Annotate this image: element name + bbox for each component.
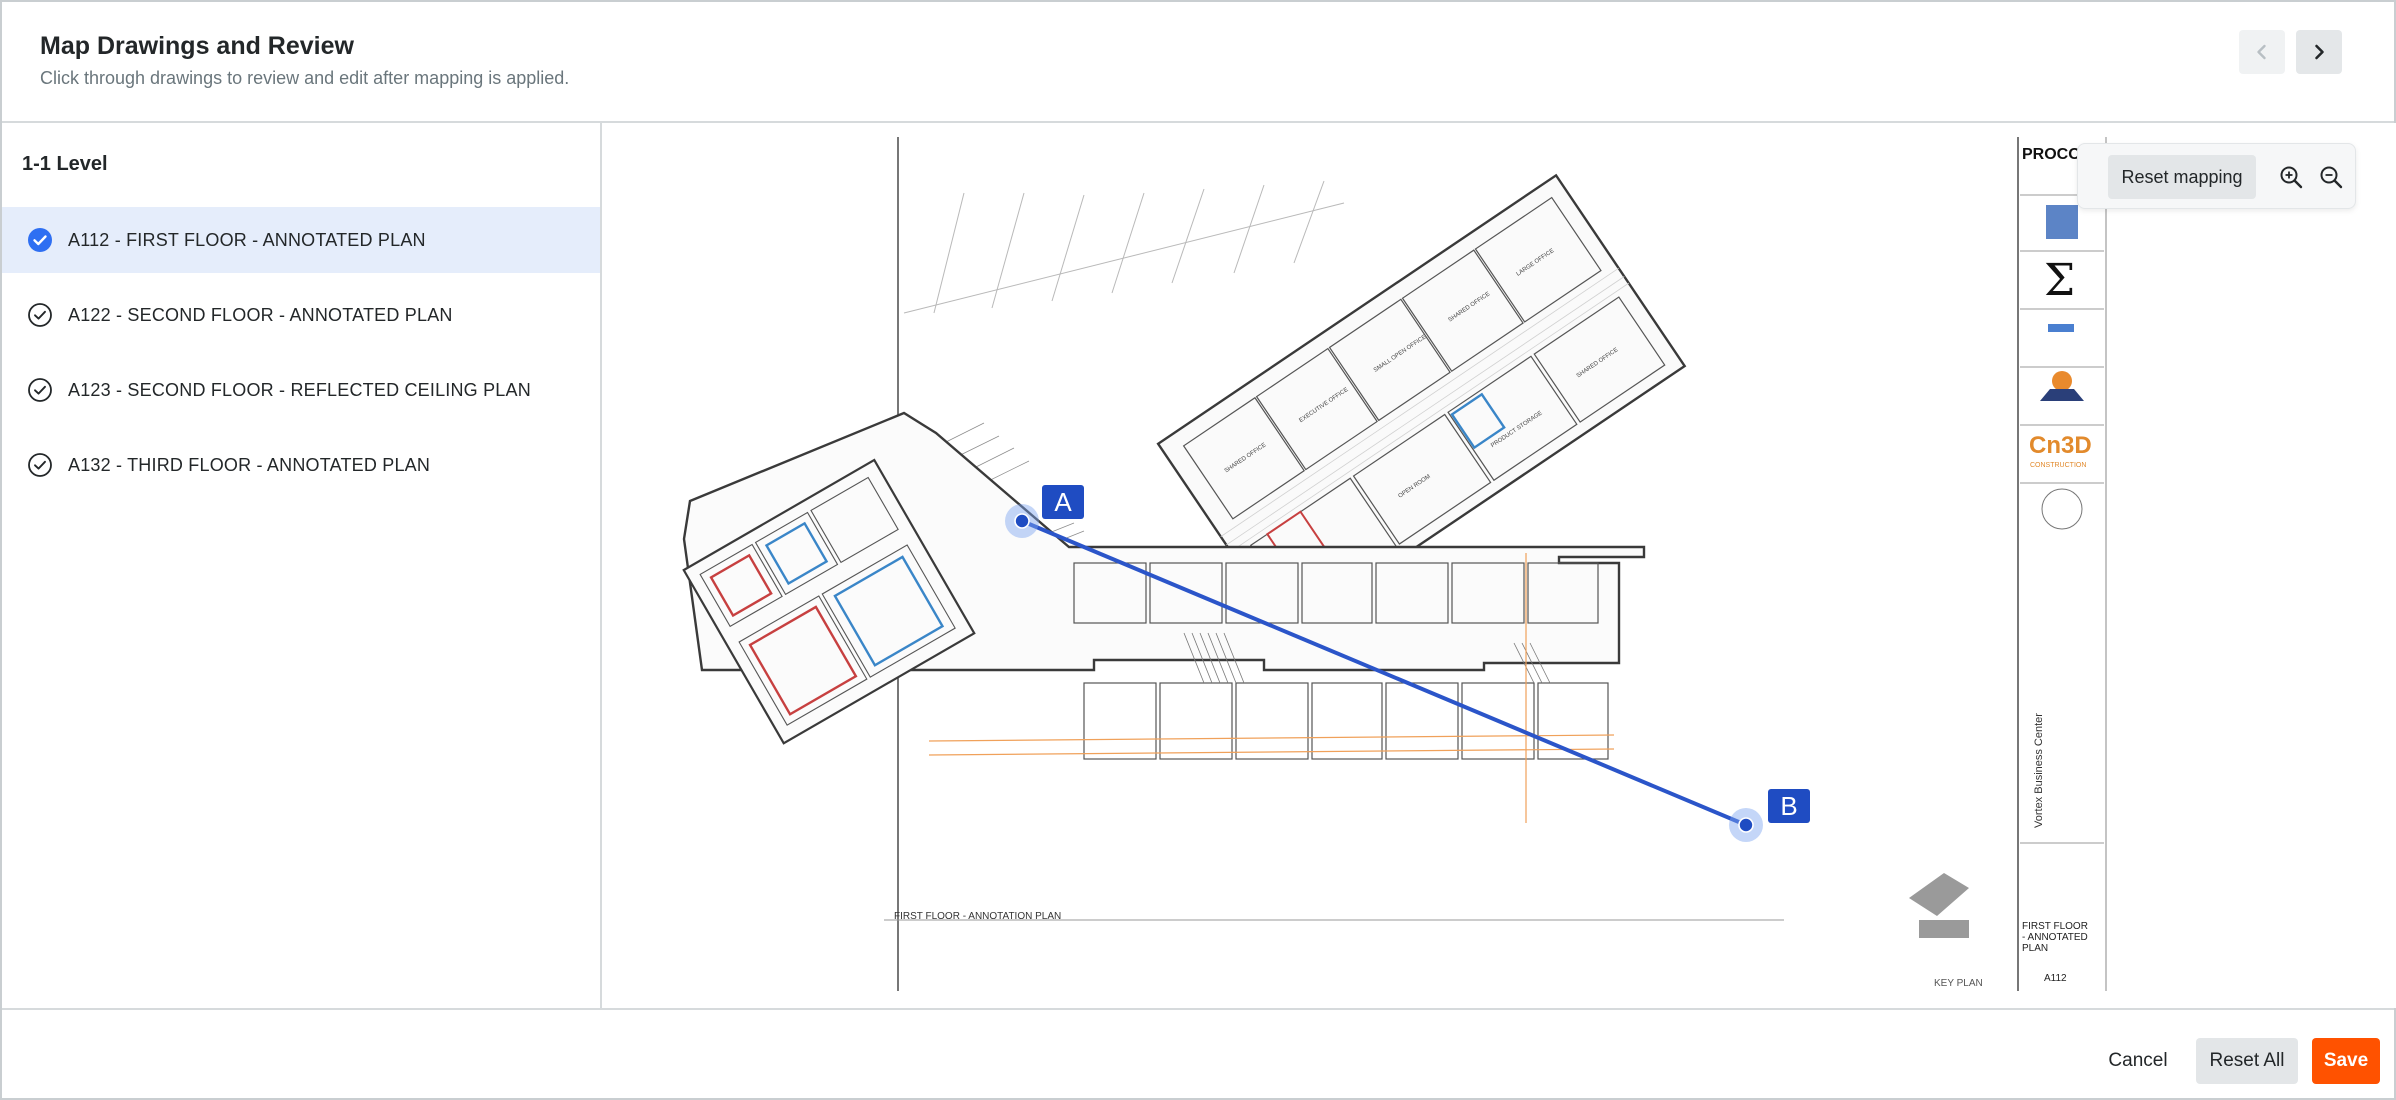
zoom-out-icon — [2320, 166, 2343, 189]
drawing-list-item-label: A122 - SECOND FLOOR - ANNOTATED PLAN — [68, 304, 453, 325]
page-subtitle: Click through drawings to review and edi… — [40, 68, 570, 88]
page-title: Map Drawings and Review — [40, 32, 354, 60]
map-toolbar: Reset mapping — [2077, 143, 2356, 209]
sheet-number: A112 — [2044, 973, 2067, 984]
titleblock-logo2: Cn3D — [2029, 432, 2092, 459]
map-point-b[interactable]: B — [1729, 789, 1810, 842]
sheet-name: FIRST FLOOR - ANNOTATED PLAN — [2022, 921, 2088, 954]
svg-text:Σ: Σ — [2044, 255, 2075, 306]
drawing-list-item-a112[interactable]: A112 - FIRST FLOOR - ANNOTATED PLAN — [2, 207, 600, 273]
save-button[interactable]: Save — [2312, 1038, 2380, 1084]
check-circle-outline-icon — [26, 376, 54, 404]
parking-stripes — [903, 180, 1345, 314]
cancel-button[interactable]: Cancel — [2095, 1038, 2181, 1084]
drawing-list-item-label: A112 - FIRST FLOOR - ANNOTATED PLAN — [68, 229, 426, 250]
previous-drawing-button[interactable] — [2239, 30, 2285, 74]
check-circle-outline-icon — [26, 451, 54, 479]
drawing-canvas[interactable]: SHARED OFFICE EXECUTIVE OFFICE SMALL OPE… — [604, 123, 2396, 1008]
chevron-right-icon — [2315, 44, 2324, 60]
key-plan-label: KEY PLAN — [1934, 978, 1983, 989]
zoom-out-button[interactable] — [2314, 160, 2348, 194]
drawing-list-item-label: A132 - THIRD FLOOR - ANNOTATED PLAN — [68, 454, 431, 475]
titleblock-logo2-sub: CONSTRUCTION — [2030, 462, 2086, 469]
check-circle-outline-icon — [26, 301, 54, 329]
reset-mapping-button[interactable]: Reset mapping — [2108, 155, 2256, 199]
titleblock-logos: Σ Cn3D CONSTRUCTION — [2020, 194, 2104, 530]
key-plan-graphic — [1909, 873, 1969, 938]
level-group-title: 1-1 Level — [22, 153, 108, 175]
drawing-list: A112 - FIRST FLOOR - ANNOTATED PLAN A122… — [2, 207, 600, 507]
drawing-list-panel: 1-1 Level A112 - FIRST FLOOR - ANNOTATED… — [2, 123, 602, 1008]
plan-title: FIRST FLOOR - ANNOTATION PLAN — [894, 911, 1061, 922]
floor-plan-drawing: SHARED OFFICE EXECUTIVE OFFICE SMALL OPE… — [682, 137, 2107, 991]
map-point-b-label: B — [1780, 791, 1797, 821]
check-circle-filled-icon — [26, 226, 54, 254]
project-name: Vortex Business Center — [2033, 713, 2045, 828]
chevron-left-icon — [2257, 44, 2266, 60]
drawing-list-item-a132[interactable]: A132 - THIRD FLOOR - ANNOTATED PLAN — [2, 432, 600, 498]
drawing-list-item-a123[interactable]: A123 - SECOND FLOOR - REFLECTED CEILING … — [2, 357, 600, 423]
map-point-a-label: A — [1054, 487, 1072, 517]
next-drawing-button[interactable] — [2296, 30, 2342, 74]
zoom-in-button[interactable] — [2274, 160, 2308, 194]
titleblock-logo: PROCO — [2022, 146, 2081, 163]
reset-all-button[interactable]: Reset All — [2196, 1038, 2298, 1084]
modal: Map Drawings and Review Click through dr… — [0, 0, 2396, 1100]
modal-header: Map Drawings and Review Click through dr… — [2, 2, 2394, 123]
drawing-list-item-label: A123 - SECOND FLOOR - REFLECTED CEILING … — [68, 379, 531, 400]
modal-footer: Cancel Reset All Save — [2, 1008, 2394, 1100]
zoom-in-icon — [2280, 166, 2303, 189]
drawing-list-item-a122[interactable]: A122 - SECOND FLOOR - ANNOTATED PLAN — [2, 282, 600, 348]
